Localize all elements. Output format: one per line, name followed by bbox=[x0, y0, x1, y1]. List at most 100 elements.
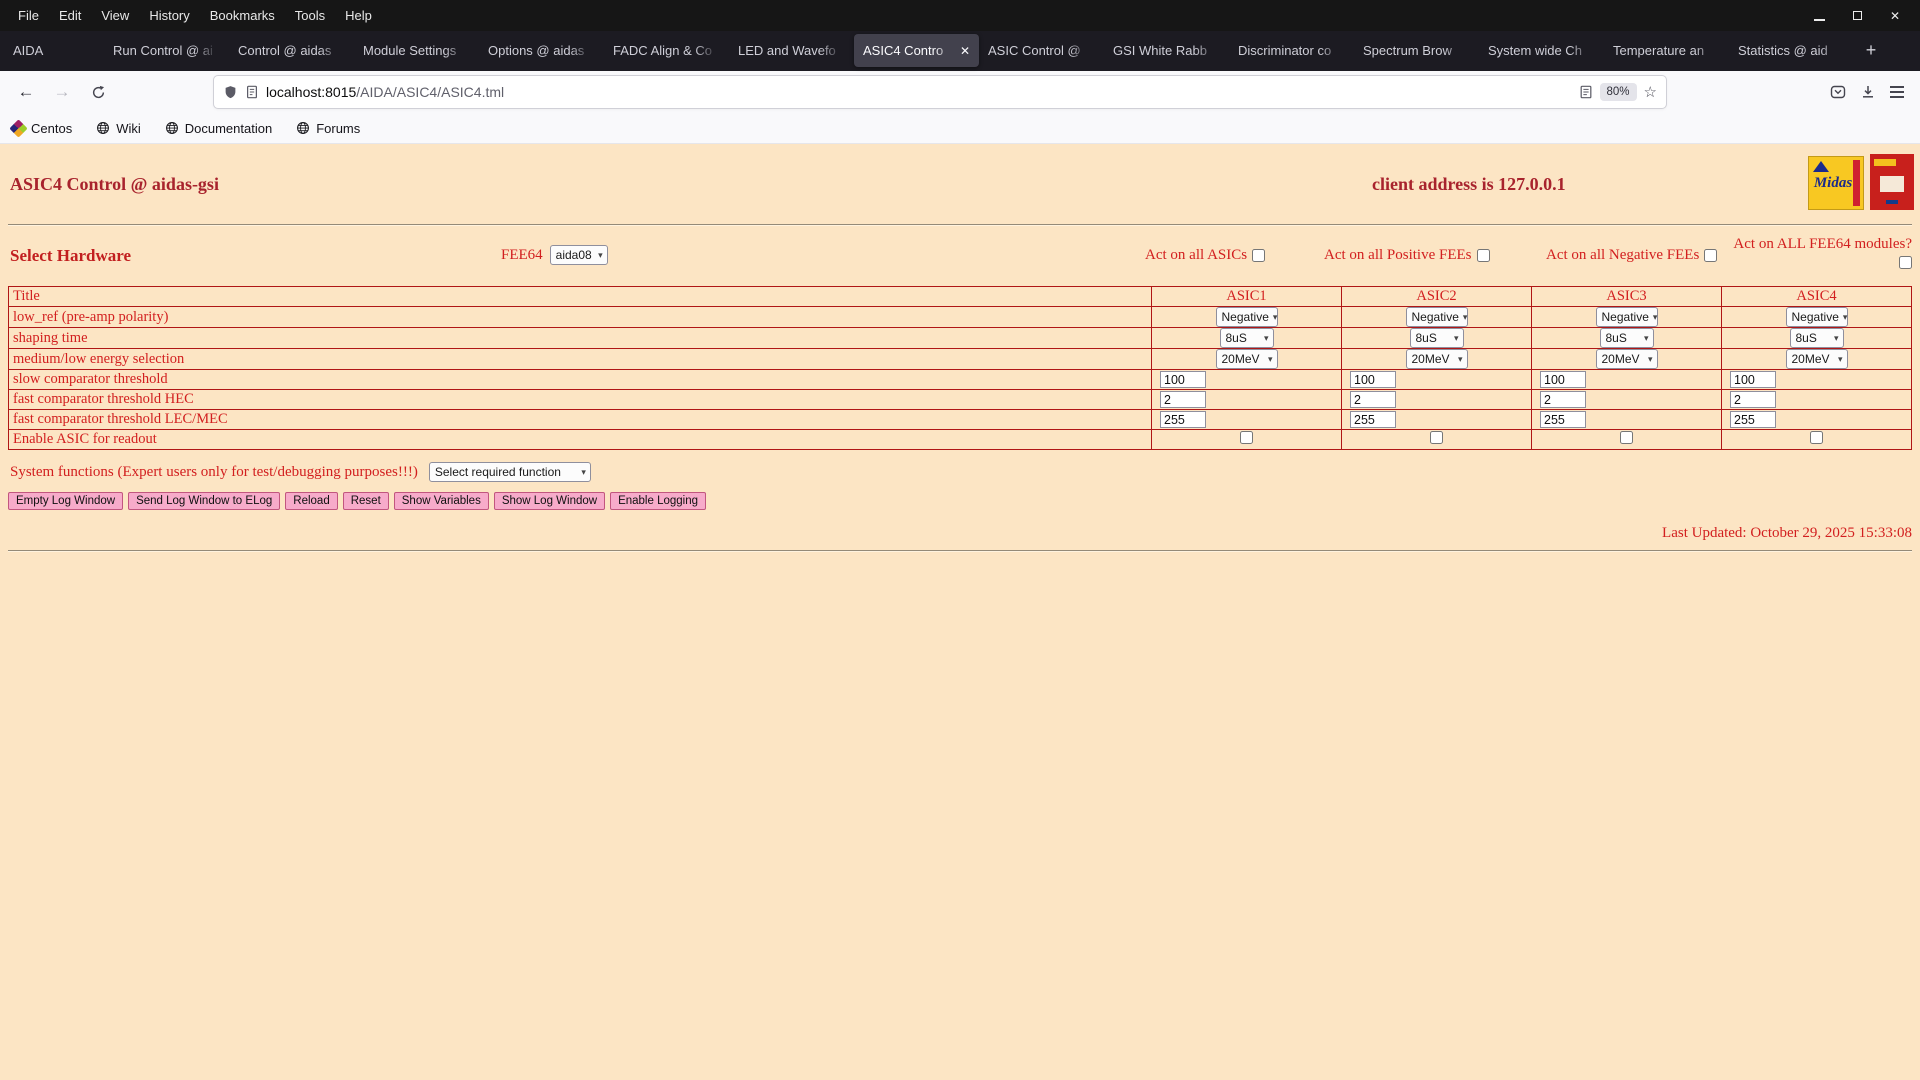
tab-discriminator[interactable]: Discriminator co bbox=[1229, 34, 1354, 67]
slow-threshold-input-asic4[interactable] bbox=[1730, 371, 1776, 388]
forward-button[interactable]: → bbox=[46, 77, 78, 107]
tab-asic4-control-active[interactable]: ASIC4 Contro ✕ bbox=[854, 34, 979, 67]
menu-tools[interactable]: Tools bbox=[285, 8, 335, 23]
act-all-positive-checkbox[interactable] bbox=[1477, 249, 1490, 262]
select-hardware-label: Select Hardware bbox=[10, 246, 131, 266]
log-buttons-row: Empty Log Window Send Log Window to ELog… bbox=[8, 492, 706, 510]
fast-lecmec-input-asic2[interactable] bbox=[1350, 411, 1396, 428]
tab-temperature[interactable]: Temperature an bbox=[1604, 34, 1729, 67]
download-icon[interactable] bbox=[1860, 84, 1876, 100]
slow-threshold-input-asic3[interactable] bbox=[1540, 371, 1586, 388]
show-log-window-button[interactable]: Show Log Window bbox=[494, 492, 605, 510]
show-variables-button[interactable]: Show Variables bbox=[394, 492, 489, 510]
maximize-button[interactable] bbox=[1846, 5, 1868, 27]
url-bar[interactable]: localhost:8015/AIDA/ASIC4/ASIC4.tml 80% … bbox=[214, 76, 1666, 108]
lowref-select-asic2[interactable]: Negative▾ bbox=[1406, 307, 1468, 327]
tab-control[interactable]: Control @ aidas bbox=[229, 34, 354, 67]
row-title-lowref: low_ref (pre-amp polarity) bbox=[9, 307, 1152, 328]
fee64-select[interactable]: aida08 ▾ bbox=[550, 245, 608, 265]
reader-mode-icon[interactable] bbox=[1579, 85, 1593, 99]
bookmark-documentation[interactable]: Documentation bbox=[165, 121, 272, 136]
table-row: medium/low energy selection 20MeV▾ 20MeV… bbox=[9, 349, 1912, 370]
tab-module-settings[interactable]: Module Settings bbox=[354, 34, 479, 67]
bookmark-wiki[interactable]: Wiki bbox=[96, 121, 141, 136]
fast-lecmec-input-asic4[interactable] bbox=[1730, 411, 1776, 428]
shaping-select-asic2[interactable]: 8uS▾ bbox=[1410, 328, 1464, 348]
fast-lecmec-input-asic3[interactable] bbox=[1540, 411, 1586, 428]
app-menu-icon[interactable] bbox=[1890, 86, 1904, 97]
slow-threshold-input-asic1[interactable] bbox=[1160, 371, 1206, 388]
tab-aida[interactable]: AIDA bbox=[4, 34, 104, 67]
bookmark-star-icon[interactable]: ☆ bbox=[1644, 83, 1657, 101]
system-function-select[interactable]: Select required function ▾ bbox=[429, 462, 591, 482]
client-address: client address is 127.0.0.1 bbox=[1372, 174, 1566, 195]
menu-edit[interactable]: Edit bbox=[49, 8, 91, 23]
energy-select-asic2[interactable]: 20MeV▾ bbox=[1406, 349, 1468, 369]
slow-threshold-input-asic2[interactable] bbox=[1350, 371, 1396, 388]
back-button[interactable]: ← bbox=[10, 77, 42, 107]
shaping-select-asic3[interactable]: 8uS▾ bbox=[1600, 328, 1654, 348]
tab-statistics[interactable]: Statistics @ aid bbox=[1729, 34, 1854, 67]
lowref-select-asic4[interactable]: Negative▾ bbox=[1786, 307, 1848, 327]
chevron-down-icon: ▾ bbox=[1843, 312, 1848, 323]
fast-hec-input-asic2[interactable] bbox=[1350, 391, 1396, 408]
table-row: shaping time 8uS▾ 8uS▾ 8uS▾ 8uS▾ bbox=[9, 328, 1912, 349]
act-all-asics-checkbox[interactable] bbox=[1252, 249, 1265, 262]
chevron-down-icon: ▾ bbox=[1648, 354, 1653, 365]
chevron-down-icon: ▾ bbox=[1454, 333, 1459, 344]
menu-history[interactable]: History bbox=[139, 8, 199, 23]
tab-system-wide[interactable]: System wide Ch bbox=[1479, 34, 1604, 67]
lowref-select-asic1[interactable]: Negative▾ bbox=[1216, 307, 1278, 327]
row-title-enable-readout: Enable ASIC for readout bbox=[9, 430, 1152, 450]
last-updated-text: Last Updated: October 29, 2025 15:33:08 bbox=[1662, 525, 1912, 542]
enable-readout-checkbox-asic2[interactable] bbox=[1430, 431, 1443, 444]
enable-logging-button[interactable]: Enable Logging bbox=[610, 492, 706, 510]
zoom-level-badge[interactable]: 80% bbox=[1600, 83, 1637, 101]
act-all-negative-checkbox[interactable] bbox=[1704, 249, 1717, 262]
act-all-fee64-checkbox[interactable] bbox=[1899, 256, 1912, 269]
tab-spectrum-browser[interactable]: Spectrum Brow bbox=[1354, 34, 1479, 67]
close-button[interactable]: ✕ bbox=[1884, 5, 1906, 27]
tab-options[interactable]: Options @ aidas bbox=[479, 34, 604, 67]
energy-select-asic3[interactable]: 20MeV▾ bbox=[1596, 349, 1658, 369]
fast-hec-input-asic3[interactable] bbox=[1540, 391, 1586, 408]
fast-lecmec-input-asic1[interactable] bbox=[1160, 411, 1206, 428]
enable-readout-checkbox-asic1[interactable] bbox=[1240, 431, 1253, 444]
reload-button[interactable] bbox=[82, 77, 114, 107]
menu-view[interactable]: View bbox=[91, 8, 139, 23]
bookmark-forums[interactable]: Forums bbox=[296, 121, 360, 136]
minimize-button[interactable] bbox=[1808, 5, 1830, 27]
menu-bookmarks[interactable]: Bookmarks bbox=[200, 8, 285, 23]
pocket-icon[interactable] bbox=[1830, 84, 1846, 100]
energy-select-asic4[interactable]: 20MeV▾ bbox=[1786, 349, 1848, 369]
reset-button[interactable]: Reset bbox=[343, 492, 389, 510]
fast-hec-input-asic4[interactable] bbox=[1730, 391, 1776, 408]
column-header-asic4: ASIC4 bbox=[1722, 287, 1912, 307]
reload-page-button[interactable]: Reload bbox=[285, 492, 337, 510]
tab-led-waveform[interactable]: LED and Wavefo bbox=[729, 34, 854, 67]
energy-select-asic1[interactable]: 20MeV▾ bbox=[1216, 349, 1278, 369]
tab-asic-control[interactable]: ASIC Control @ bbox=[979, 34, 1104, 67]
navigation-toolbar: ← → localhost:8015/AIDA/ASIC4/ASIC4.tml … bbox=[0, 71, 1920, 113]
shield-icon[interactable] bbox=[223, 85, 238, 100]
empty-log-window-button[interactable]: Empty Log Window bbox=[8, 492, 123, 510]
enable-readout-checkbox-asic3[interactable] bbox=[1620, 431, 1633, 444]
menu-help[interactable]: Help bbox=[335, 8, 382, 23]
new-tab-button[interactable]: + bbox=[1856, 35, 1886, 65]
lowref-select-asic3[interactable]: Negative▾ bbox=[1596, 307, 1658, 327]
menu-file[interactable]: File bbox=[8, 8, 49, 23]
shaping-select-asic4[interactable]: 8uS▾ bbox=[1790, 328, 1844, 348]
enable-readout-checkbox-asic4[interactable] bbox=[1810, 431, 1823, 444]
page-icon[interactable] bbox=[245, 85, 259, 99]
send-log-to-elog-button[interactable]: Send Log Window to ELog bbox=[128, 492, 280, 510]
fast-hec-input-asic1[interactable] bbox=[1160, 391, 1206, 408]
bookmark-centos[interactable]: Centos bbox=[12, 121, 72, 136]
table-row: fast comparator threshold HEC bbox=[9, 390, 1912, 410]
column-header-asic2: ASIC2 bbox=[1342, 287, 1532, 307]
tab-run-control[interactable]: Run Control @ ai bbox=[104, 34, 229, 67]
shaping-select-asic1[interactable]: 8uS▾ bbox=[1220, 328, 1274, 348]
act-all-positive-group: Act on all Positive FEEs bbox=[1324, 247, 1490, 264]
tab-close-icon[interactable]: ✕ bbox=[960, 44, 970, 58]
tab-fadc-align[interactable]: FADC Align & Co bbox=[604, 34, 729, 67]
tab-gsi-white-rabbit[interactable]: GSI White Rabb bbox=[1104, 34, 1229, 67]
